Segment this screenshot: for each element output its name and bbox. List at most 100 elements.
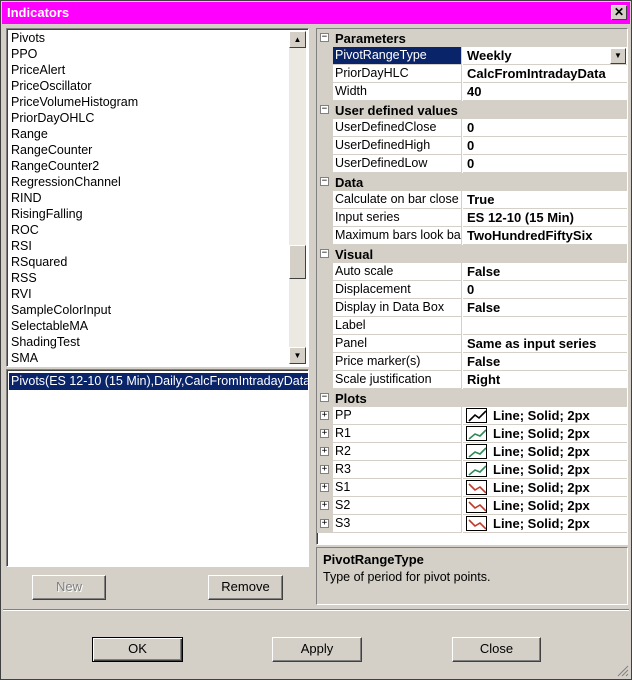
list-item[interactable]: SelectableMA: [11, 318, 287, 334]
list-item[interactable]: ShadingTest: [11, 334, 287, 350]
property-row[interactable]: PriorDayHLC CalcFromIntradayData: [317, 65, 627, 83]
list-item[interactable]: PriceVolumeHistogram: [11, 94, 287, 110]
property-name[interactable]: Scale justification: [333, 371, 462, 389]
property-row[interactable]: Width 40: [317, 83, 627, 101]
property-row[interactable]: Panel Same as input series: [317, 335, 627, 353]
plot-row[interactable]: + R1 Line; Solid; 2px: [317, 425, 627, 443]
expand-icon[interactable]: +: [320, 483, 329, 492]
remove-button[interactable]: Remove: [208, 575, 283, 600]
category-user-defined[interactable]: − User defined values: [317, 101, 627, 119]
property-value[interactable]: Right: [463, 371, 627, 389]
property-value[interactable]: 0: [463, 119, 627, 137]
property-row[interactable]: Label: [317, 317, 627, 335]
category-parameters[interactable]: − Parameters: [317, 29, 627, 47]
property-row[interactable]: Calculate on bar close True: [317, 191, 627, 209]
property-name[interactable]: PriorDayHLC: [333, 65, 462, 83]
plot-row[interactable]: + R2 Line; Solid; 2px: [317, 443, 627, 461]
property-row[interactable]: UserDefinedLow 0: [317, 155, 627, 173]
plot-row[interactable]: + S3 Line; Solid; 2px: [317, 515, 627, 533]
list-item[interactable]: RegressionChannel: [11, 174, 287, 190]
close-window-button[interactable]: ✕: [611, 5, 627, 20]
plot-name[interactable]: S3: [333, 515, 462, 533]
new-button[interactable]: New: [32, 575, 106, 600]
collapse-icon[interactable]: −: [320, 33, 329, 42]
property-name[interactable]: UserDefinedClose: [333, 119, 462, 137]
indicator-list[interactable]: Pivots PPO PriceAlert PriceOscillator Pr…: [6, 28, 309, 367]
property-name[interactable]: Price marker(s): [333, 353, 462, 371]
property-name[interactable]: PivotRangeType: [333, 47, 462, 65]
plot-name[interactable]: R1: [333, 425, 462, 443]
category-data[interactable]: − Data: [317, 173, 627, 191]
scroll-up-button[interactable]: ▲: [289, 31, 306, 48]
property-name[interactable]: Auto scale: [333, 263, 462, 281]
property-value[interactable]: 0: [463, 137, 627, 155]
property-name[interactable]: Width: [333, 83, 462, 101]
expand-icon[interactable]: +: [320, 429, 329, 438]
scroll-thumb[interactable]: [289, 245, 306, 279]
property-name[interactable]: Maximum bars look back: [333, 227, 462, 245]
expand-icon[interactable]: +: [320, 447, 329, 456]
property-name[interactable]: Input series: [333, 209, 462, 227]
collapse-icon[interactable]: −: [320, 105, 329, 114]
close-button[interactable]: Close: [452, 637, 541, 662]
list-item[interactable]: PriorDayOHLC: [11, 110, 287, 126]
title-bar[interactable]: Indicators ✕: [2, 2, 630, 24]
applied-indicator-list[interactable]: Pivots(ES 12-10 (15 Min),Daily,CalcFromI…: [6, 369, 309, 567]
collapse-icon[interactable]: −: [320, 249, 329, 258]
plot-style-value[interactable]: Line; Solid; 2px: [463, 515, 627, 533]
plot-row[interactable]: + PP Line; Solid; 2px: [317, 407, 627, 425]
property-grid[interactable]: − Parameters PivotRangeType Weekly ▼ Pri…: [316, 28, 628, 545]
property-value[interactable]: TwoHundredFiftySix: [463, 227, 627, 245]
dropdown-button[interactable]: ▼: [610, 48, 626, 64]
plot-name[interactable]: R2: [333, 443, 462, 461]
list-item[interactable]: SampleColorInput: [11, 302, 287, 318]
list-item[interactable]: RSS: [11, 270, 287, 286]
property-row[interactable]: UserDefinedClose 0: [317, 119, 627, 137]
property-value[interactable]: 0: [463, 155, 627, 173]
property-value[interactable]: 0: [463, 281, 627, 299]
collapse-icon[interactable]: −: [320, 393, 329, 402]
list-item[interactable]: RVI: [11, 286, 287, 302]
plot-style-value[interactable]: Line; Solid; 2px: [463, 497, 627, 515]
list-item[interactable]: Pivots: [11, 30, 287, 46]
plot-name[interactable]: S1: [333, 479, 462, 497]
list-item[interactable]: RIND: [11, 190, 287, 206]
expand-icon[interactable]: +: [320, 411, 329, 420]
property-row[interactable]: UserDefinedHigh 0: [317, 137, 627, 155]
indicator-list-scrollbar[interactable]: ▲ ▼: [289, 31, 306, 364]
property-value[interactable]: [463, 317, 627, 335]
property-value[interactable]: False: [463, 299, 627, 317]
property-value[interactable]: 40: [463, 83, 627, 101]
plot-style-value[interactable]: Line; Solid; 2px: [463, 407, 627, 425]
property-name[interactable]: UserDefinedHigh: [333, 137, 462, 155]
property-name[interactable]: UserDefinedLow: [333, 155, 462, 173]
expand-icon[interactable]: +: [320, 501, 329, 510]
collapse-icon[interactable]: −: [320, 177, 329, 186]
list-item[interactable]: PriceAlert: [11, 62, 287, 78]
plot-style-value[interactable]: Line; Solid; 2px: [463, 443, 627, 461]
list-item[interactable]: SMA: [11, 350, 287, 366]
ok-button[interactable]: OK: [92, 637, 183, 662]
list-item[interactable]: RSquared: [11, 254, 287, 270]
property-name[interactable]: Panel: [333, 335, 462, 353]
plot-style-value[interactable]: Line; Solid; 2px: [463, 425, 627, 443]
property-name[interactable]: Display in Data Box: [333, 299, 462, 317]
apply-button[interactable]: Apply: [272, 637, 362, 662]
plot-row[interactable]: + S1 Line; Solid; 2px: [317, 479, 627, 497]
plot-style-value[interactable]: Line; Solid; 2px: [463, 479, 627, 497]
property-name[interactable]: Label: [333, 317, 462, 335]
property-name[interactable]: Calculate on bar close: [333, 191, 462, 209]
scroll-down-button[interactable]: ▼: [289, 347, 306, 364]
expand-icon[interactable]: +: [320, 465, 329, 474]
category-visual[interactable]: − Visual: [317, 245, 627, 263]
property-value[interactable]: False: [463, 353, 627, 371]
property-value[interactable]: Same as input series: [463, 335, 627, 353]
property-value[interactable]: True: [463, 191, 627, 209]
plot-row[interactable]: + S2 Line; Solid; 2px: [317, 497, 627, 515]
list-item[interactable]: RangeCounter2: [11, 158, 287, 174]
property-name[interactable]: Displacement: [333, 281, 462, 299]
property-value[interactable]: False: [463, 263, 627, 281]
property-row[interactable]: Display in Data Box False: [317, 299, 627, 317]
list-item[interactable]: ROC: [11, 222, 287, 238]
plot-row[interactable]: + R3 Line; Solid; 2px: [317, 461, 627, 479]
